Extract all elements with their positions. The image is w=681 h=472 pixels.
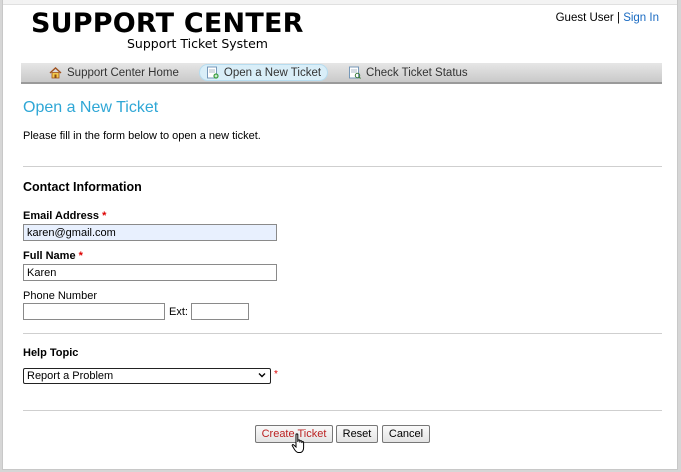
new-ticket-icon xyxy=(206,66,219,79)
page: SUPPORT CENTER Support Ticket System Gue… xyxy=(2,0,678,470)
required-mark: * xyxy=(78,250,83,262)
nav-item-label: Support Center Home xyxy=(67,66,179,79)
page-title: Open a New Ticket xyxy=(23,99,159,116)
ext-label: Ext: xyxy=(169,306,188,318)
nav-item-new-ticket[interactable]: Open a New Ticket xyxy=(198,64,329,81)
sign-in-link[interactable]: Sign In xyxy=(623,12,659,24)
help-topic-label: Help Topic xyxy=(23,347,79,359)
nav-item-check-status[interactable]: Check Ticket Status xyxy=(342,64,474,81)
full-name-label-text: Full Name xyxy=(23,250,76,262)
intro-text: Please fill in the form below to open a … xyxy=(23,130,261,142)
cancel-button[interactable]: Cancel xyxy=(382,425,430,443)
user-area: Guest User | Sign In xyxy=(556,12,659,24)
nav-item-label: Open a New Ticket xyxy=(223,66,322,79)
divider xyxy=(23,410,662,411)
ext-field[interactable] xyxy=(191,303,249,320)
contact-section-title: Contact Information xyxy=(23,180,142,194)
nav-bar: Support Center Home Open a New Ticket Ch… xyxy=(21,63,662,84)
nav-item-label: Check Ticket Status xyxy=(366,66,468,79)
phone-label: Phone Number xyxy=(23,290,97,302)
guest-user-label: Guest User xyxy=(555,12,614,24)
help-topic-select[interactable]: Report a Problem xyxy=(23,368,271,384)
divider xyxy=(23,166,662,167)
phone-field[interactable] xyxy=(23,303,165,320)
chevron-down-icon xyxy=(257,370,267,380)
nav-item-home[interactable]: Support Center Home xyxy=(43,64,185,81)
required-mark: * xyxy=(102,210,107,222)
hand-cursor-icon xyxy=(291,433,307,455)
browser-top-edge xyxy=(3,0,677,5)
logo-title: SUPPORT CENTER xyxy=(31,8,304,39)
reset-button[interactable]: Reset xyxy=(336,425,378,443)
full-name-field[interactable] xyxy=(23,264,277,281)
logo-subtitle: Support Ticket System xyxy=(127,36,268,51)
home-icon xyxy=(49,66,62,79)
required-mark: * xyxy=(274,369,278,380)
divider xyxy=(23,333,662,334)
ticket-status-icon xyxy=(348,66,361,79)
email-label: Email Address * xyxy=(23,210,106,222)
user-separator: | xyxy=(616,12,620,24)
help-topic-value: Report a Problem xyxy=(27,370,114,382)
email-label-text: Email Address xyxy=(23,210,100,222)
full-name-label: Full Name * xyxy=(23,250,83,262)
email-field[interactable] xyxy=(23,224,277,241)
